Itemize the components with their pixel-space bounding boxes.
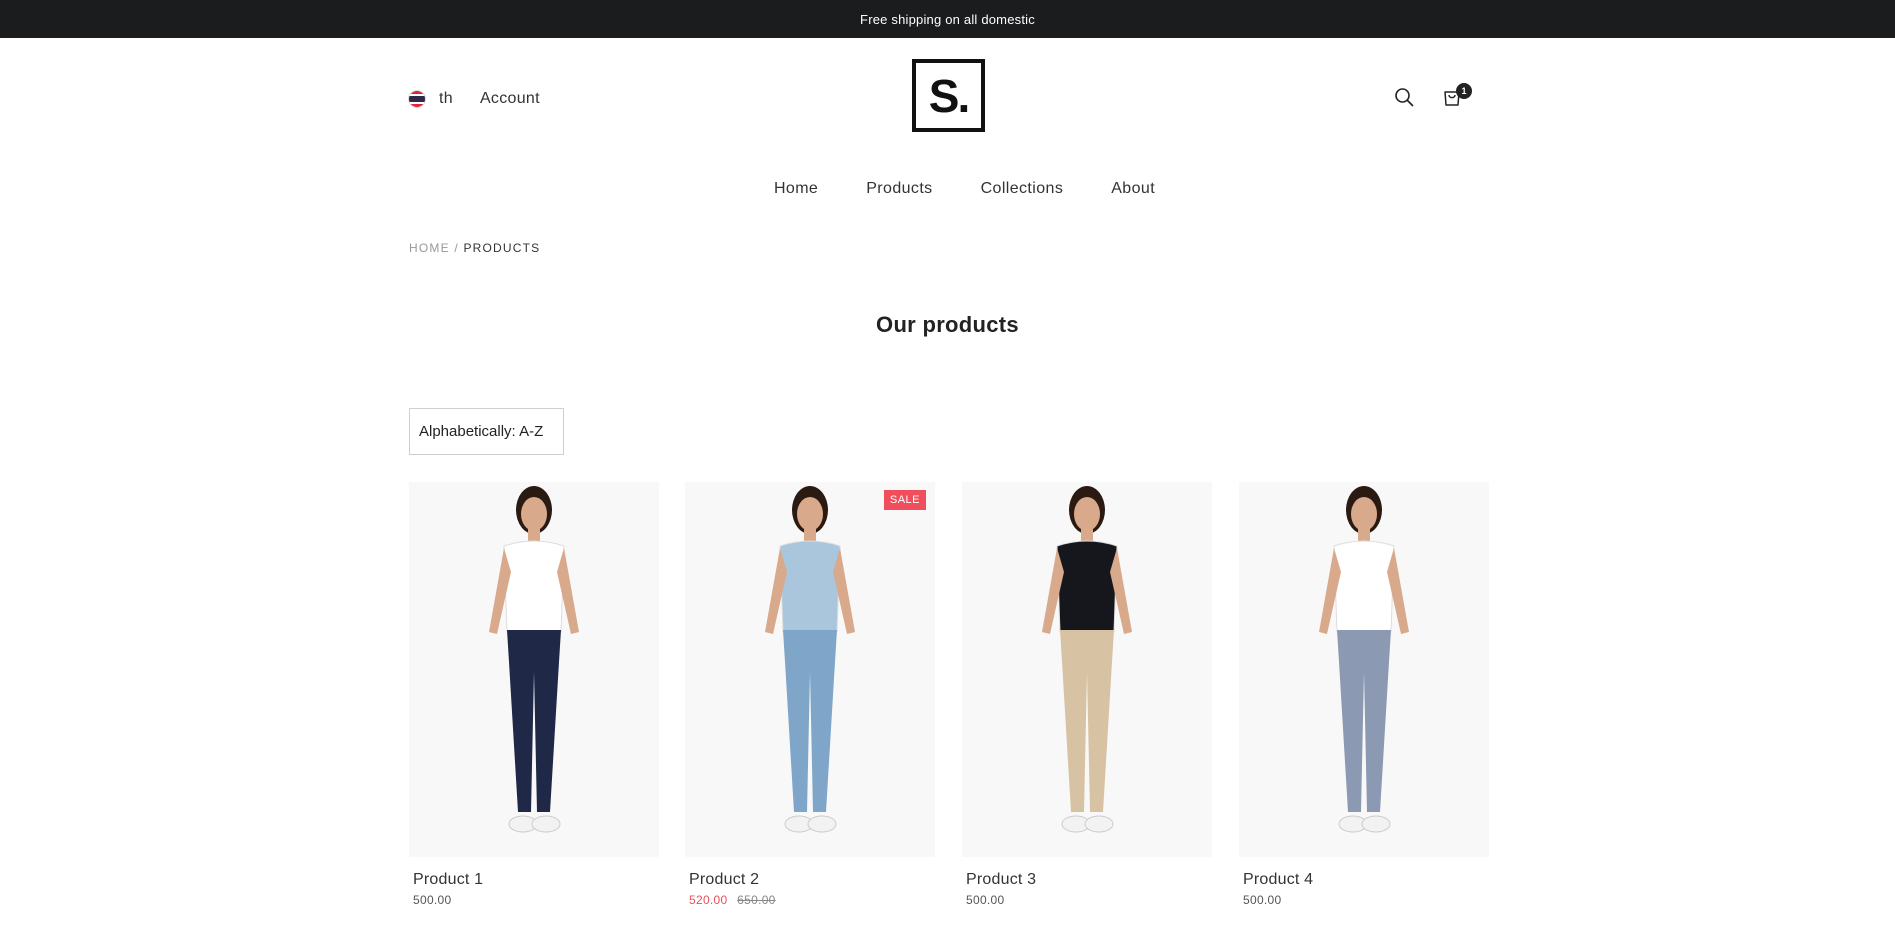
product-name[interactable]: Product 2 — [689, 871, 935, 889]
page-title: Our products — [876, 312, 1019, 337]
model-figure — [1319, 486, 1409, 833]
price-value: 500.00 — [413, 893, 452, 907]
product-price: 500.00 — [413, 893, 659, 907]
breadcrumb-home[interactable]: HOME — [409, 241, 450, 255]
product-card[interactable]: SALE Product 2 520.00 650.00 — [685, 482, 935, 907]
product-card[interactable]: Product 4 500.00 — [1239, 482, 1489, 907]
breadcrumb: HOME / PRODUCTS — [409, 241, 540, 255]
search-button[interactable] — [1391, 84, 1417, 110]
price-value: 500.00 — [1243, 893, 1282, 907]
product-card[interactable]: Product 3 500.00 — [962, 482, 1212, 907]
sale-badge: SALE — [883, 490, 926, 510]
announcement-bar: Free shipping on all domestic — [0, 0, 1895, 38]
nav-item-collections[interactable]: Collections — [981, 180, 1064, 198]
account-link[interactable]: Account — [480, 90, 540, 108]
product-name[interactable]: Product 3 — [966, 871, 1212, 889]
product-price: 520.00 650.00 — [689, 893, 935, 907]
product-price: 500.00 — [1243, 893, 1489, 907]
product-name[interactable]: Product 4 — [1243, 871, 1489, 889]
nav-item-products[interactable]: Products — [866, 180, 932, 198]
product-price: 500.00 — [966, 893, 1212, 907]
original-price: 650.00 — [737, 893, 776, 907]
language-selector[interactable]: th — [439, 90, 453, 108]
sale-price: 520.00 — [689, 893, 728, 907]
product-image[interactable] — [1239, 482, 1489, 857]
nav-item-about[interactable]: About — [1111, 180, 1155, 198]
price-value: 500.00 — [966, 893, 1005, 907]
sort-select[interactable]: Alphabetically: A-Z — [409, 408, 564, 455]
model-figure — [1042, 486, 1132, 833]
model-figure — [489, 486, 579, 833]
sort-selected-value: Alphabetically: A-Z — [419, 423, 544, 440]
header-left: th Account — [408, 88, 540, 110]
search-icon — [1395, 88, 1414, 107]
product-name[interactable]: Product 1 — [413, 871, 659, 889]
logo-text: S. — [928, 69, 970, 122]
product-card[interactable]: Product 1 500.00 — [409, 482, 659, 907]
store-logo[interactable]: S. — [912, 59, 985, 132]
product-image[interactable]: SALE — [685, 482, 935, 857]
model-figure — [765, 486, 855, 833]
product-image[interactable] — [962, 482, 1212, 857]
product-image[interactable] — [409, 482, 659, 857]
breadcrumb-separator: / — [454, 241, 459, 255]
nav-item-home[interactable]: Home — [774, 180, 818, 198]
thailand-flag-icon[interactable] — [408, 90, 426, 108]
breadcrumb-current: PRODUCTS — [463, 241, 541, 255]
main-nav: Home Products Collections About — [0, 180, 1895, 198]
announcement-text: Free shipping on all domestic — [860, 11, 1035, 27]
cart-count-badge: 1 — [1456, 83, 1472, 99]
